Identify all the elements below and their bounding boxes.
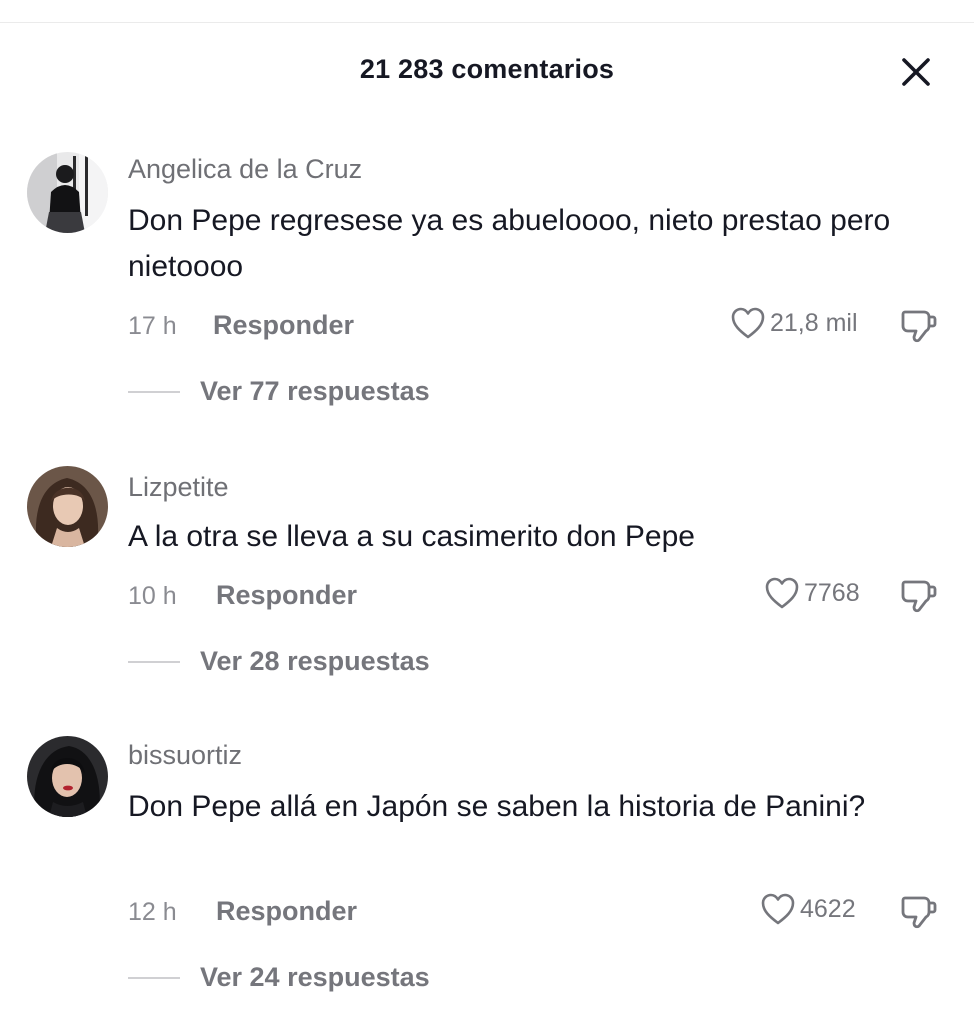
view-replies-button[interactable]: Ver 77 respuestas xyxy=(128,376,430,407)
comment-time: 10 h xyxy=(128,582,177,610)
heart-icon xyxy=(765,577,799,609)
comments-count-title: 21 283 comentarios xyxy=(359,54,615,84)
user-avatar[interactable] xyxy=(27,736,108,817)
reply-button[interactable]: Responder xyxy=(216,896,357,927)
like-count: 4622 xyxy=(800,894,856,923)
heart-icon xyxy=(761,893,795,925)
comment-time: 17 h xyxy=(128,312,177,340)
view-replies-divider xyxy=(128,660,180,663)
close-icon[interactable] xyxy=(898,54,934,90)
comment-username[interactable]: Lizpetite xyxy=(128,472,229,503)
like-count: 7768 xyxy=(804,578,860,607)
top-divider xyxy=(0,22,974,23)
like-button[interactable]: 4622 xyxy=(760,892,856,926)
like-count: 21,8 mil xyxy=(770,308,858,337)
thumbs-down-icon[interactable] xyxy=(898,890,940,932)
comment-username[interactable]: bissuortiz xyxy=(128,740,242,771)
comment-text: Don Pepe allá en Japón se saben la histo… xyxy=(128,790,866,823)
comments-header: 21 283 comentarios xyxy=(0,50,974,92)
view-replies-divider xyxy=(128,976,180,979)
view-replies-divider xyxy=(128,390,180,393)
reply-button[interactable]: Responder xyxy=(213,310,354,341)
thumbs-down-icon[interactable] xyxy=(898,304,940,346)
comment-username[interactable]: Angelica de la Cruz xyxy=(128,154,362,185)
reply-button[interactable]: Responder xyxy=(216,580,357,611)
thumbs-down-icon[interactable] xyxy=(898,574,940,616)
view-replies-label: Ver 28 respuestas xyxy=(200,646,430,676)
comment-time: 12 h xyxy=(128,898,177,926)
user-avatar[interactable] xyxy=(27,466,108,547)
like-button[interactable]: 7768 xyxy=(764,576,860,610)
like-button[interactable]: 21,8 mil xyxy=(730,306,858,340)
comment-text: A la otra se lleva a su casimerito don P… xyxy=(128,520,695,553)
comment-text: Don Pepe regresese ya es abueloooo, niet… xyxy=(128,204,891,283)
view-replies-label: Ver 24 respuestas xyxy=(200,962,430,992)
user-avatar[interactable] xyxy=(27,152,108,233)
heart-icon xyxy=(731,307,765,339)
view-replies-button[interactable]: Ver 24 respuestas xyxy=(128,962,430,993)
view-replies-button[interactable]: Ver 28 respuestas xyxy=(128,646,430,677)
view-replies-label: Ver 77 respuestas xyxy=(200,376,430,406)
